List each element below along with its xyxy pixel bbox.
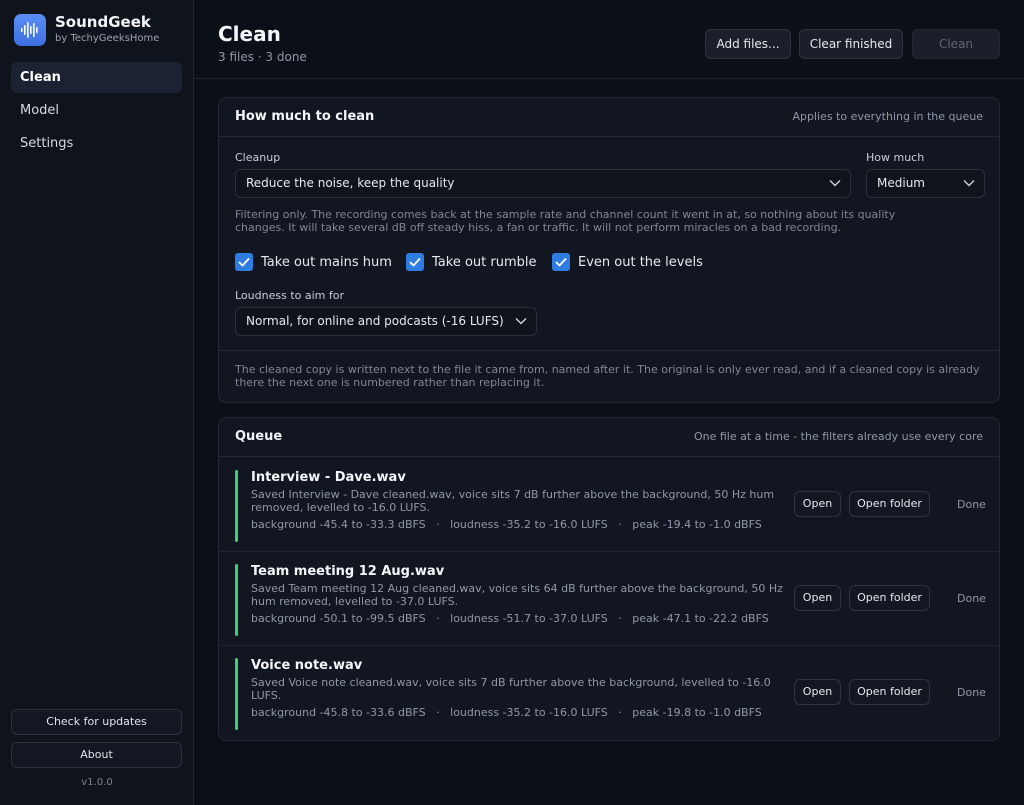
page-header: Clean 3 files · 3 done Add files... Clea… [194,0,1024,79]
rumble-label: Take out rumble [432,254,537,270]
check-icon [235,253,253,271]
queue-item-status: Done [957,498,986,511]
queue-item-desc-line-1: Saved Interview - Dave cleaned.wav, voic… [251,488,775,501]
cleanup-helper-line-1: Filtering only. The recording comes back… [235,208,896,221]
card-title: How much to clean [235,109,375,124]
chevron-down-icon [515,317,527,325]
loudness-label: Loudness to aim for [235,289,344,302]
cleanup-select[interactable]: Reduce the noise, keep the quality [235,169,851,198]
loudness-select-value: Normal, for online and podcasts (-16 LUF… [246,314,504,328]
open-folder-button[interactable]: Open folder [849,491,930,517]
open-button[interactable]: Open [794,491,841,517]
sidebar: SoundGeek by TechyGeeksHome Clean Model … [0,0,194,805]
check-updates-button[interactable]: Check for updates [11,709,182,735]
clean-button[interactable]: Clean [912,29,1000,59]
add-files-button[interactable]: Add files... [705,29,791,59]
app-subtitle: by TechyGeeksHome [55,33,160,44]
open-folder-button[interactable]: Open folder [849,679,930,705]
cleaning-settings-card: How much to clean Applies to everything … [218,97,1000,403]
rumble-checkbox[interactable]: Take out rumble [406,253,536,271]
sidebar-nav: Clean Model Settings [11,62,182,161]
output-helper-line-1: The cleaned copy is written next to the … [235,363,980,376]
cleanup-label: Cleanup [235,151,281,164]
how-much-label: How much [866,151,925,164]
sidebar-item-clean[interactable]: Clean [11,62,182,93]
queue-item-status: Done [957,592,986,605]
check-icon [552,253,570,271]
queue-item-desc-line-1: Saved Team meeting 12 Aug cleaned.wav, v… [251,582,783,595]
queue-item-stats: background -45.8 to -33.6 dBFS · loudnes… [251,706,762,719]
queue-item-desc-line-1: Saved Voice note cleaned.wav, voice sits… [251,676,771,689]
card-note: Applies to everything in the queue [792,110,983,123]
brand: SoundGeek by TechyGeeksHome [14,14,159,46]
queue-item-desc-line-2: LUFS. [251,689,282,702]
chevron-down-icon [829,179,841,187]
page-title: Clean [218,22,281,46]
even-levels-label: Even out the levels [578,254,703,270]
waveform-icon [14,14,46,46]
open-button[interactable]: Open [794,585,841,611]
status-accent-bar [235,564,238,636]
about-button[interactable]: About [11,742,182,768]
cleanup-helper-line-2: changes. It will take several dB off ste… [235,221,842,234]
card-note: One file at a time - the filters already… [693,430,983,443]
card-title: Queue [235,429,283,444]
queue-item-desc-line-2: removed, levelled to -16.0 LUFS. [251,501,430,514]
queue-item-title: Voice note.wav [251,658,363,673]
open-folder-button[interactable]: Open folder [849,585,930,611]
loudness-select[interactable]: Normal, for online and podcasts (-16 LUF… [235,307,537,336]
version-label: v1.0.0 [81,777,113,788]
status-accent-bar [235,470,238,542]
status-accent-bar [235,658,238,730]
queue-item-desc-line-2: hum removed, levelled to -37.0 LUFS. [251,595,459,608]
card-header: How much to clean Applies to everything … [219,98,999,137]
queue-card: Queue One file at a time - the filters a… [218,417,1000,741]
clear-finished-button[interactable]: Clear finished [799,29,903,59]
mains-hum-checkbox[interactable]: Take out mains hum [235,253,392,271]
how-much-select[interactable]: Medium [866,169,985,198]
chevron-down-icon [963,179,975,187]
queue-item-title: Team meeting 12 Aug.wav [251,564,445,579]
check-icon [406,253,424,271]
page-subtitle: 3 files · 3 done [218,50,307,64]
queue-row: Voice note.wav Saved Voice note cleaned.… [219,646,999,740]
mains-hum-label: Take out mains hum [261,254,392,270]
output-helper-line-2: there the next one is numbered rather th… [235,376,545,389]
queue-item-stats: background -50.1 to -99.5 dBFS · loudnes… [251,612,769,625]
sidebar-item-settings[interactable]: Settings [11,128,182,159]
queue-item-title: Interview - Dave.wav [251,470,406,485]
open-button[interactable]: Open [794,679,841,705]
cleanup-select-value: Reduce the noise, keep the quality [246,176,455,190]
divider [219,350,999,351]
app-name: SoundGeek [55,13,151,31]
card-header: Queue One file at a time - the filters a… [219,418,999,457]
queue-row: Interview - Dave.wav Saved Interview - D… [219,458,999,552]
even-levels-checkbox[interactable]: Even out the levels [552,253,703,271]
queue-item-status: Done [957,686,986,699]
queue-row: Team meeting 12 Aug.wav Saved Team meeti… [219,552,999,646]
sidebar-item-model[interactable]: Model [11,95,182,126]
how-much-select-value: Medium [877,176,925,190]
queue-item-stats: background -45.4 to -33.3 dBFS · loudnes… [251,518,762,531]
